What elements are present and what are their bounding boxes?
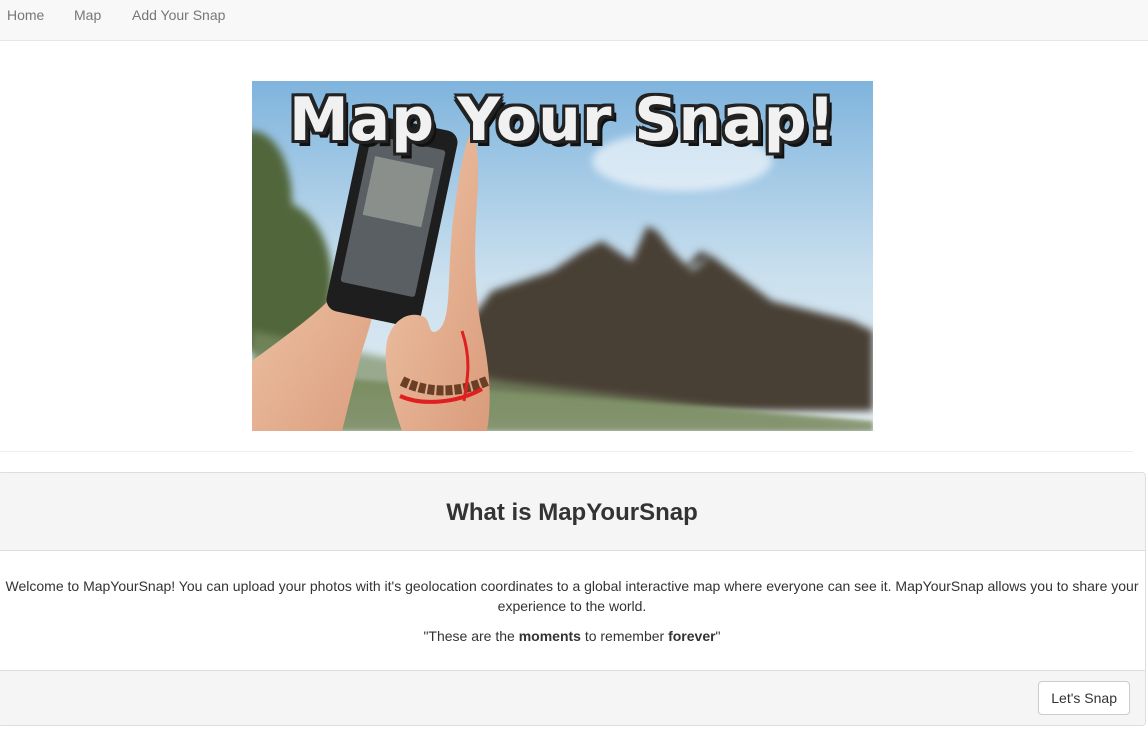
quote-bold-forever: forever [668, 628, 716, 644]
quote-part-3: " [715, 628, 721, 644]
lets-snap-button[interactable]: Let's Snap [1038, 681, 1130, 715]
panel-heading: What is MapYourSnap [0, 473, 1145, 551]
panel-footer: Let's Snap [0, 670, 1145, 725]
quote-part-2: to remember [580, 628, 669, 644]
info-panel: What is MapYourSnap Welcome to MapYourSn… [0, 472, 1146, 726]
top-navbar: Home Map Add Your Snap [0, 0, 1148, 41]
hero-title: Map Your Snap! [288, 85, 837, 155]
hero-image: Map Your Snap! [252, 81, 873, 431]
section-divider [0, 451, 1133, 452]
panel-title: What is MapYourSnap [446, 499, 698, 526]
nav-map-link[interactable]: Map [74, 0, 101, 31]
panel-body: Welcome to MapYourSnap! You can upload y… [0, 551, 1145, 672]
quote-part-1: "These are the [423, 628, 519, 644]
nav-add-your-snap-link[interactable]: Add Your Snap [132, 0, 225, 31]
panel-description: Welcome to MapYourSnap! You can upload y… [5, 578, 1139, 614]
panel-quote: "These are the moments to remember forev… [0, 626, 1145, 646]
quote-bold-moments: moments [518, 628, 581, 644]
nav-home-link[interactable]: Home [7, 0, 44, 31]
